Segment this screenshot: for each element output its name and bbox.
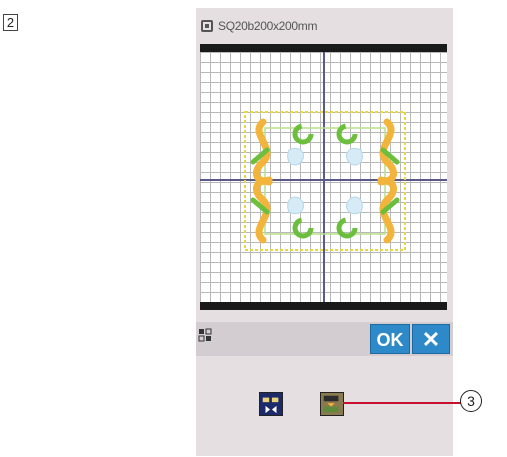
- green-swirl-4: [336, 217, 358, 239]
- title-bar: SQ20b200x200mm: [196, 8, 453, 44]
- bottom-panel: OK ✕: [196, 310, 453, 456]
- edit-toolbar: OK ✕: [196, 322, 453, 356]
- sewing-machine-screen: SQ20b200x200mm OK ✕: [196, 8, 453, 456]
- hoop-size-label: SQ20b200x200mm: [218, 19, 318, 33]
- callout-number: 3: [460, 390, 482, 412]
- blue-leaf-2: [346, 148, 363, 166]
- mirror-vertical-button[interactable]: [320, 392, 344, 416]
- design-inner-frame: [264, 127, 386, 235]
- blue-leaf-1: [287, 148, 304, 166]
- embroidery-design[interactable]: [243, 110, 407, 252]
- embroidery-canvas[interactable]: [200, 44, 447, 310]
- close-button[interactable]: ✕: [412, 324, 450, 354]
- ok-button[interactable]: OK: [370, 324, 410, 354]
- rotate-icon: [198, 328, 212, 342]
- green-swirl-3: [292, 217, 314, 239]
- callout-line: [343, 402, 461, 404]
- mirror-vertical-icon: [323, 395, 339, 413]
- blue-leaf-3: [287, 196, 304, 214]
- blue-leaf-4: [346, 196, 363, 214]
- step-number-box: 2: [3, 14, 18, 31]
- mirror-horizontal-button[interactable]: [259, 392, 283, 416]
- mirror-horizontal-icon: [262, 397, 279, 414]
- hoop-icon: [201, 20, 213, 32]
